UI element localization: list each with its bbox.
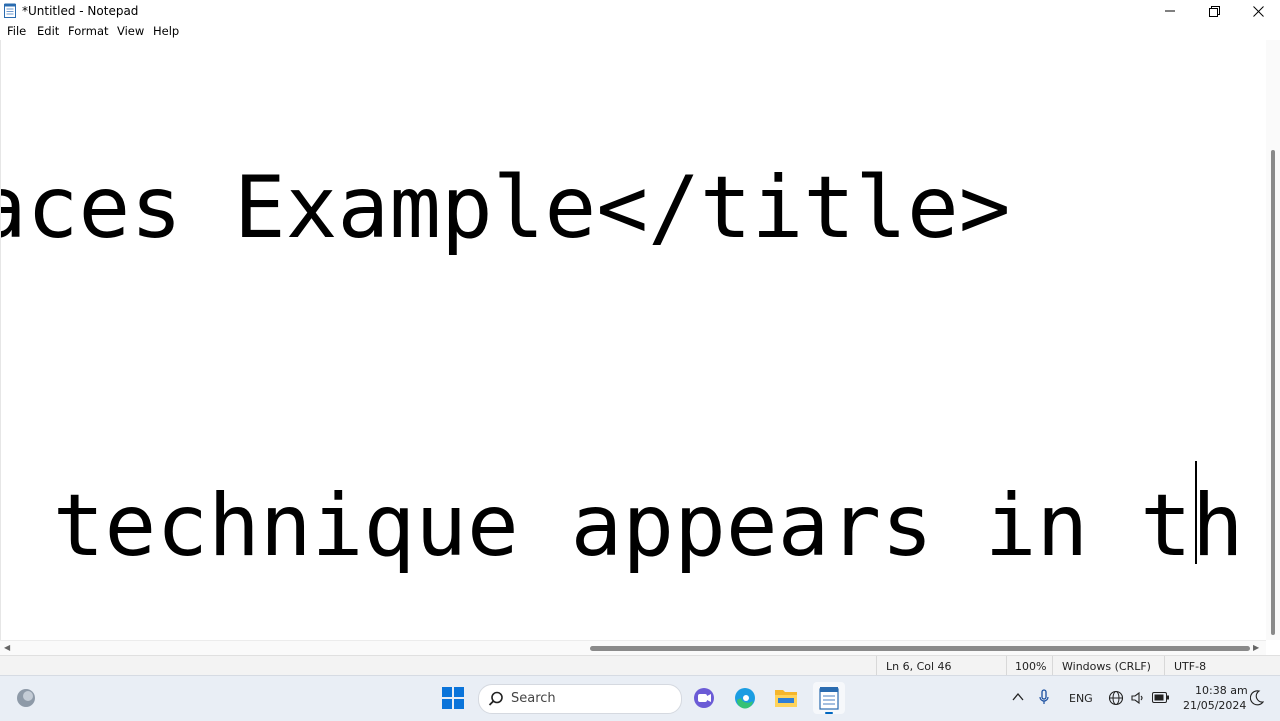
- status-bar: Ln 6, Col 46 100% Windows (CRLF) UTF-8: [0, 655, 1280, 676]
- horizontal-scrollbar[interactable]: ◀ ▶: [0, 640, 1266, 655]
- taskbar-search[interactable]: Search: [478, 684, 682, 714]
- search-icon: [488, 691, 503, 706]
- speaker-icon[interactable]: [1130, 690, 1146, 706]
- cloud-icon: [17, 689, 35, 707]
- battery-icon[interactable]: [1152, 692, 1170, 703]
- editor-line: aces Example</title>: [0, 158, 1011, 258]
- status-separator: [1164, 656, 1165, 676]
- meet-app-button[interactable]: [690, 684, 718, 712]
- folder-icon: [775, 690, 797, 707]
- edge-icon: [735, 688, 755, 709]
- status-separator: [1006, 656, 1007, 676]
- menu-file[interactable]: File: [7, 24, 26, 38]
- notepad-icon: [819, 687, 839, 710]
- title-bar: *Untitled - Notepad: [0, 0, 1280, 22]
- close-icon: [1252, 5, 1264, 17]
- microphone-icon[interactable]: [1039, 689, 1049, 705]
- text-editor[interactable]: aces Example</title> technique appears i…: [0, 40, 1267, 640]
- scroll-left-icon[interactable]: ◀: [4, 643, 10, 652]
- minimize-button[interactable]: [1148, 0, 1192, 22]
- edge-browser-button[interactable]: [731, 684, 759, 712]
- window-title: *Untitled - Notepad: [22, 4, 139, 18]
- menu-edit[interactable]: Edit: [37, 24, 59, 38]
- file-explorer-button[interactable]: [772, 684, 800, 712]
- menu-help[interactable]: Help: [153, 24, 179, 38]
- start-button[interactable]: [439, 684, 467, 712]
- search-label: Search: [511, 691, 556, 706]
- cursor-position: Ln 6, Col 46: [886, 660, 952, 673]
- status-separator: [876, 656, 877, 676]
- zoom-level: 100%: [1015, 660, 1047, 673]
- restore-button[interactable]: [1192, 0, 1236, 22]
- clock-date[interactable]: 21/05/2024: [1183, 699, 1246, 712]
- encoding: UTF-8: [1174, 660, 1207, 673]
- vertical-scroll-thumb[interactable]: [1271, 150, 1275, 635]
- chevron-up-icon[interactable]: [1012, 692, 1024, 702]
- input-language[interactable]: ENG: [1069, 692, 1093, 705]
- line-ending: Windows (CRLF): [1062, 660, 1151, 673]
- focus-moon-icon[interactable]: [1250, 690, 1264, 706]
- notepad-taskbar-button[interactable]: [813, 682, 845, 714]
- minimize-icon: [1165, 10, 1175, 12]
- menu-bar: File Edit Format View Help: [0, 22, 1280, 41]
- text-caret: [1195, 461, 1197, 564]
- status-separator: [1052, 656, 1053, 676]
- restore-icon: [1208, 5, 1220, 17]
- network-globe-icon[interactable]: [1108, 690, 1124, 706]
- windows-logo-icon: [442, 687, 464, 709]
- weather-widget[interactable]: [12, 684, 40, 712]
- taskbar: Search ENG 10:38 am 21/05/2024: [0, 675, 1280, 721]
- close-button[interactable]: [1236, 0, 1280, 22]
- editor-line: technique appears in th: [1, 476, 1244, 576]
- active-indicator: [825, 712, 833, 714]
- menu-view[interactable]: View: [117, 24, 144, 38]
- vertical-scrollbar[interactable]: [1266, 40, 1280, 640]
- clock-time[interactable]: 10:38 am: [1195, 684, 1248, 697]
- horizontal-scroll-thumb[interactable]: [590, 646, 1250, 651]
- menu-format[interactable]: Format: [68, 24, 109, 38]
- notepad-icon: [4, 3, 16, 18]
- video-chat-icon: [694, 688, 714, 708]
- scroll-right-icon[interactable]: ▶: [1253, 643, 1259, 652]
